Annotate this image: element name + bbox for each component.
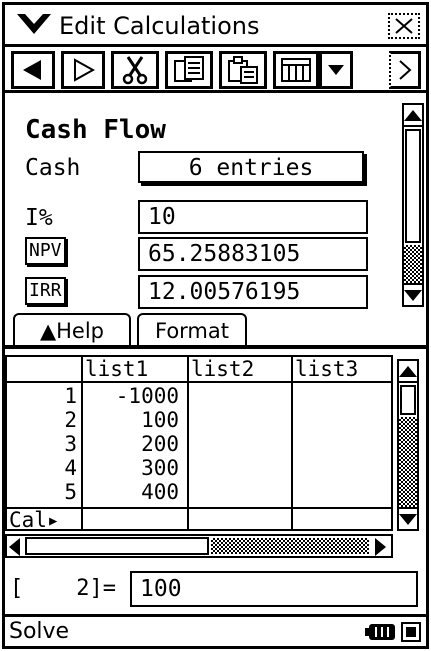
paste-button[interactable]	[219, 51, 267, 89]
npv-value: 65.25883105	[138, 237, 368, 271]
row-number: 2	[64, 408, 77, 432]
cal-row-button[interactable]: Cal▸	[9, 509, 60, 531]
sheet-scroll-up-button[interactable]	[399, 361, 417, 383]
scissors-icon	[122, 56, 148, 85]
list-sheet: list1 list2 list3 1 2 3 4 5 -1000 100 20…	[5, 355, 393, 531]
rate-label: I%	[25, 205, 53, 231]
window-toggle-button[interactable]	[401, 622, 421, 642]
tab-format[interactable]: Format	[137, 313, 247, 345]
toolbar	[5, 47, 426, 93]
scroll-right-icon[interactable]	[375, 538, 386, 556]
row-number: 1	[64, 384, 77, 408]
grid-view-button[interactable]	[273, 51, 319, 89]
cash-flow-panel: Cash Flow Cash 6 entries I% 10 NPV 65.25…	[5, 93, 426, 349]
paste-icon	[228, 56, 258, 84]
menu-edit-calculations[interactable]: Edit Calculations	[59, 5, 260, 47]
forward-button[interactable]	[61, 51, 105, 89]
sheet-scrollbar[interactable]	[397, 359, 419, 531]
panel-scrollbar[interactable]	[402, 103, 424, 307]
close-button[interactable]	[388, 13, 420, 39]
status-bar: Solve	[5, 614, 426, 646]
scroll-track	[404, 245, 422, 283]
chevron-down-icon	[17, 14, 51, 34]
panel-title: Cash Flow	[25, 115, 166, 145]
arrow-up-icon	[399, 365, 417, 377]
status-text: Solve	[9, 619, 70, 644]
hscroll-thumb[interactable]	[25, 537, 209, 555]
list1-cell[interactable]: 200	[83, 433, 179, 455]
copy-icon	[174, 56, 204, 82]
npv-button[interactable]: NPV	[25, 237, 66, 265]
sheet-scroll-down-button[interactable]	[399, 507, 417, 529]
rate-input[interactable]: 10	[138, 200, 368, 234]
chevron-right-icon	[398, 60, 411, 80]
hscroll-track	[211, 538, 369, 554]
cell-reference: [ 2]=	[10, 576, 116, 601]
square-icon	[406, 627, 416, 637]
scroll-thumb[interactable]	[405, 129, 421, 243]
scroll-left-icon[interactable]	[9, 538, 20, 556]
row-number: 4	[64, 456, 77, 480]
horizontal-scrollbar[interactable]	[5, 534, 393, 558]
grid-icon	[281, 58, 311, 82]
arrow-down-icon	[399, 513, 417, 525]
cell-entry-input[interactable]: 100	[130, 571, 418, 607]
scroll-down-button[interactable]	[404, 283, 422, 305]
more-button[interactable]	[389, 51, 421, 89]
dropdown-button[interactable]	[319, 51, 353, 89]
irr-value: 12.00576195	[138, 275, 368, 309]
list1-cell[interactable]: 300	[83, 457, 179, 479]
arrow-up-icon	[404, 109, 422, 121]
column-header-list1[interactable]: list1	[85, 358, 148, 380]
list1-cell[interactable]: -1000	[83, 385, 179, 407]
column-header-list3[interactable]: list3	[295, 358, 358, 380]
row-number: 5	[64, 480, 77, 504]
sheet-scroll-thumb[interactable]	[400, 385, 416, 415]
irr-button[interactable]: IRR	[25, 277, 66, 305]
menu-icon[interactable]	[17, 14, 51, 40]
list1-cell[interactable]: 400	[83, 481, 179, 503]
triangle-down-icon	[328, 65, 344, 75]
play-outline-icon	[74, 58, 95, 82]
row-number: 3	[64, 432, 77, 456]
close-icon	[395, 18, 413, 34]
column-header-list2[interactable]: list2	[191, 358, 254, 380]
cash-label: Cash	[25, 155, 81, 181]
menubar: Edit Calculations	[5, 5, 426, 47]
battery-icon	[365, 622, 397, 646]
copy-button[interactable]	[165, 51, 213, 89]
sheet-scroll-track	[399, 417, 417, 507]
back-arrow-icon	[23, 60, 41, 80]
back-button[interactable]	[11, 51, 55, 89]
list1-cell[interactable]: 100	[83, 409, 179, 431]
scroll-up-button[interactable]	[404, 105, 422, 127]
cut-button[interactable]	[111, 51, 159, 89]
arrow-down-icon	[404, 289, 422, 301]
tab-help[interactable]: ▲Help	[13, 313, 131, 345]
cash-entries-button[interactable]: 6 entries	[138, 151, 364, 183]
